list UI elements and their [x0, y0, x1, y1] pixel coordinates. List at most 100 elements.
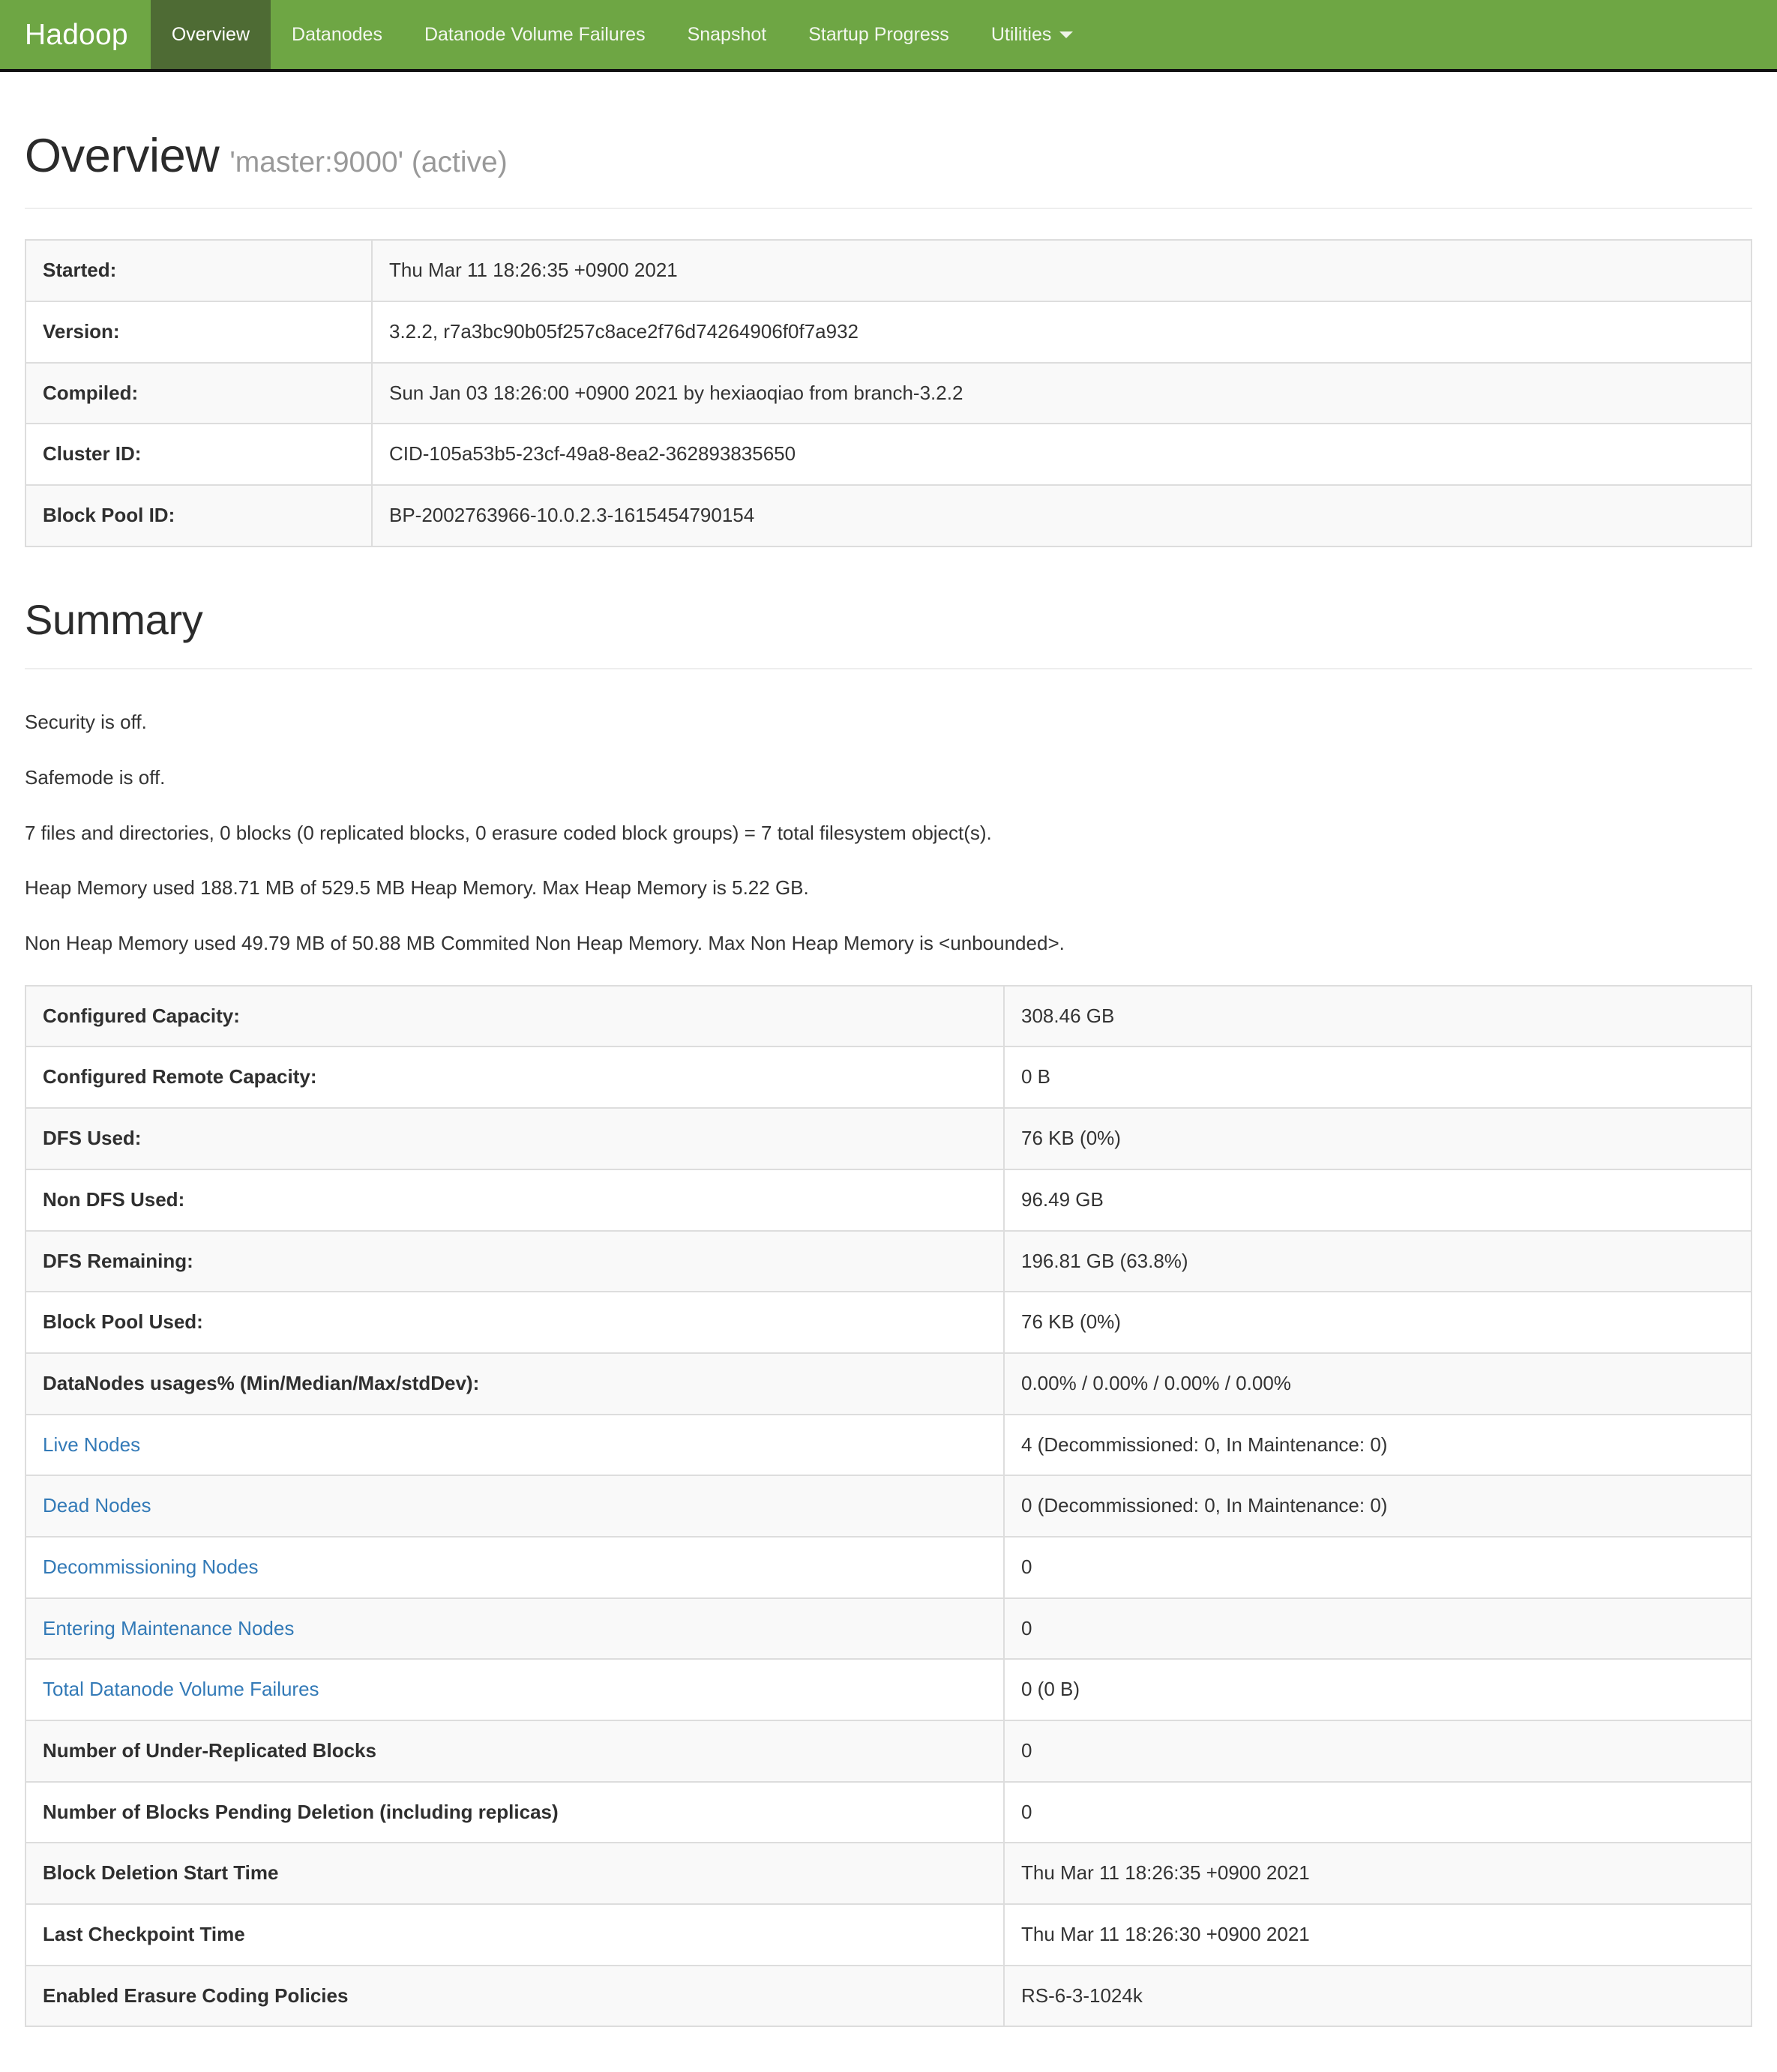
row-key-link[interactable]: Dead Nodes [43, 1494, 151, 1517]
nav-item-utilities[interactable]: Utilities [970, 0, 1095, 69]
table-row: Last Checkpoint Time Thu Mar 11 18:26:30 … [25, 1904, 1752, 1966]
row-value-cell: CID-105a53b5-23cf-49a8-8ea2-362893835650 [389, 442, 796, 466]
summary-paragraphs: Security is off. Safemode is off. 7 files … [25, 708, 1752, 957]
row-value-cell: BP-2002763966-10.0.2.3-1615454790154 [389, 504, 755, 527]
summary-paragraph: Heap Memory used 188.71 MB of 529.5 MB H… [25, 876, 809, 900]
row-key-label: Enabled Erasure Coding Policies [43, 1984, 349, 2007]
row-key-cell: Live Nodes [25, 1414, 1005, 1476]
table-row: Block Pool ID: BP-2002763966-10.0.2.3-161… [25, 485, 1752, 546]
nav-item-label: Utilities [990, 23, 1052, 45]
row-key-cell: Non DFS Used: [25, 1169, 1005, 1231]
nav-item-label: Datanodes [292, 23, 382, 45]
table-row: Compiled: Sun Jan 03 18:26:00 +0900 2021 … [25, 362, 1752, 424]
table-row: Configured Capacity: 308.46 GB [25, 985, 1752, 1047]
table-row: Dead Nodes 0 (Decommissioned: 0, In Maint… [25, 1475, 1752, 1537]
nav-item-startup-progress[interactable]: Startup Progress [787, 0, 970, 69]
table-row: Block Pool Used: 76 KB (0%) [25, 1292, 1752, 1353]
table-row: Total Datanode Volume Failures 0 (0 B) [25, 1659, 1752, 1721]
row-key-label: Compiled: [43, 381, 139, 404]
row-value-cell: 0 [1021, 1555, 1032, 1578]
row-key-label: Block Deletion Start Time [43, 1861, 279, 1885]
row-key-link[interactable]: Decommissioning Nodes [43, 1555, 259, 1578]
row-value-cell: Thu Mar 11 18:26:30 +0900 2021 [1021, 1923, 1310, 1946]
table-row: Entering Maintenance Nodes 0 [25, 1597, 1752, 1660]
row-key-label: Number of Under-Replicated Blocks [43, 1739, 376, 1762]
row-key-link[interactable]: Total Datanode Volume Failures [43, 1678, 319, 1700]
row-value-cell: 96.49 GB [1021, 1187, 1104, 1211]
summary-paragraph: 7 files and directories, 0 blocks (0 rep… [25, 821, 992, 844]
table-row: DataNodes usages% (Min/Median/Max/stdDev… [25, 1352, 1752, 1415]
summary-table: Configured Capacity: 308.46 GB Configured … [25, 984, 1752, 2028]
overview-info-tbody: Started: Thu Mar 11 18:26:35 +0900 2021 Ve… [25, 240, 1752, 546]
table-row: Version: 3.2.2, r7a3bc90b05f257c8ace2f76d… [25, 301, 1752, 363]
row-key-cell: Decommissioning Nodes [25, 1536, 1005, 1598]
table-row: Non DFS Used: 96.49 GB [25, 1169, 1752, 1231]
row-value-cell: 0 (Decommissioned: 0, In Maintenance: 0) [1021, 1494, 1388, 1517]
row-key-cell: Total Datanode Volume Failures [25, 1659, 1005, 1721]
row-value-cell: Thu Mar 11 18:26:35 +0900 2021 [389, 259, 678, 282]
table-row: Configured Remote Capacity: 0 B [25, 1046, 1752, 1109]
row-value-cell: 76 KB (0%) [1021, 1310, 1121, 1334]
row-value-cell: 196.81 GB (63.8%) [1021, 1249, 1188, 1272]
table-row: Live Nodes 4 (Decommissioned: 0, In Maint… [25, 1414, 1752, 1476]
page-container: Overview 'master:9000' (active) Started: T… [0, 130, 1777, 2072]
row-key-label: Block Pool Used: [43, 1310, 203, 1334]
row-key-cell: Block Deletion Start Time [25, 1843, 1005, 1905]
row-key-label: Block Pool ID: [43, 504, 175, 527]
row-key-cell: DataNodes usages% (Min/Median/Max/stdDev… [25, 1352, 1005, 1415]
row-key-cell: Configured Remote Capacity: [25, 1046, 1005, 1109]
brand-hadoop[interactable]: Hadoop [0, 0, 151, 69]
summary-tbody: Configured Capacity: 308.46 GB Configured … [25, 985, 1752, 2027]
nav-item-label: Snapshot [687, 23, 767, 45]
row-key-label: Last Checkpoint Time [43, 1923, 245, 1946]
table-row: Number of Under-Replicated Blocks 0 [25, 1720, 1752, 1782]
summary-paragraph: Safemode is off. [25, 766, 166, 789]
row-key-cell: Configured Capacity: [25, 985, 1005, 1047]
row-key-cell: Cluster ID: [25, 424, 373, 486]
top-navbar: Hadoop Overview Datanodes Datanode Volume … [0, 0, 1777, 72]
row-key-label: DFS Used: [43, 1127, 142, 1150]
summary-paragraph: Non Heap Memory used 49.79 MB of 50.88 M… [25, 932, 1065, 955]
table-row: Started: Thu Mar 11 18:26:35 +0900 2021 [25, 240, 1752, 301]
row-key-link[interactable]: Entering Maintenance Nodes [43, 1617, 294, 1639]
row-value-cell: Thu Mar 11 18:26:35 +0900 2021 [1021, 1861, 1310, 1885]
nav-item-label: Overview [171, 23, 250, 45]
page-title-subtitle: 'master:9000' (active) [229, 146, 508, 178]
row-value-cell: 308.46 GB [1021, 1004, 1115, 1027]
row-value-cell: Sun Jan 03 18:26:00 +0900 2021 by hexiao… [389, 381, 963, 404]
row-key-link[interactable]: Live Nodes [43, 1433, 140, 1456]
row-value-cell: 0 B [1021, 1065, 1051, 1088]
row-key-cell: DFS Remaining: [25, 1230, 1005, 1292]
row-value-cell: 76 KB (0%) [1021, 1127, 1121, 1150]
page-title: Overview 'master:9000' (active) [25, 130, 1752, 182]
row-key-label: Cluster ID: [43, 442, 142, 466]
nav-items: Overview Datanodes Datanode Volume Failure… [150, 0, 1095, 69]
nav-item-datanodes[interactable]: Datanodes [271, 0, 403, 69]
table-row: Cluster ID: CID-105a53b5-23cf-49a8-8ea2-3… [25, 424, 1752, 486]
row-key-label: DFS Remaining: [43, 1249, 193, 1272]
overview-info-table: Started: Thu Mar 11 18:26:35 +0900 2021 Ve… [25, 239, 1752, 547]
nav-item-snapshot[interactable]: Snapshot [667, 0, 788, 69]
row-key-cell: Version: [25, 301, 373, 363]
row-key-cell: Number of Under-Replicated Blocks [25, 1720, 1005, 1782]
row-key-cell: Started: [25, 240, 373, 301]
row-key-cell: Enabled Erasure Coding Policies [25, 1965, 1005, 2027]
row-value-cell: RS-6-3-1024k [1021, 1984, 1143, 2007]
summary-heading: Summary [25, 595, 203, 643]
row-value-cell: 0 [1021, 1616, 1032, 1639]
nav-item-label: Datanode Volume Failures [424, 23, 646, 45]
row-key-label: Started: [43, 259, 117, 282]
nav-item-overview[interactable]: Overview [150, 0, 271, 69]
table-row: DFS Remaining: 196.81 GB (63.8%) [25, 1230, 1752, 1292]
row-value-cell: 3.2.2, r7a3bc90b05f257c8ace2f76d74264906… [389, 319, 859, 343]
nav-item-label: Startup Progress [808, 23, 949, 45]
summary-paragraph: Security is off. [25, 711, 147, 734]
row-value-cell: 0 (0 B) [1021, 1678, 1080, 1701]
row-key-cell: Number of Blocks Pending Deletion (inclu… [25, 1781, 1005, 1843]
row-key-cell: Block Pool Used: [25, 1292, 1005, 1353]
nav-item-datanode-volume-failures[interactable]: Datanode Volume Failures [403, 0, 667, 69]
row-key-cell: Block Pool ID: [25, 485, 373, 546]
row-key-label: Configured Remote Capacity: [43, 1065, 317, 1088]
row-key-label: DataNodes usages% (Min/Median/Max/stdDev… [43, 1371, 480, 1394]
row-key-cell: Dead Nodes [25, 1475, 1005, 1537]
